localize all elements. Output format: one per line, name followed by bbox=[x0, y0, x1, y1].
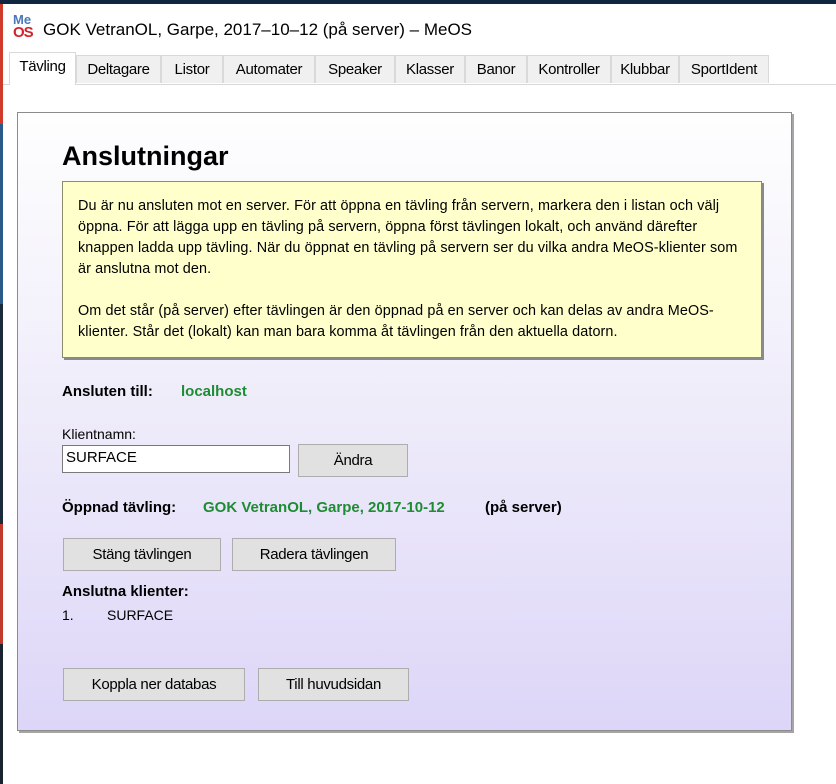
tab-sportident[interactable]: SportIdent bbox=[679, 55, 769, 83]
info-paragraph-1: Du är nu ansluten mot en server. För att… bbox=[78, 198, 738, 277]
icon-os-text: OS bbox=[13, 24, 34, 41]
tab-klasser[interactable]: Klasser bbox=[395, 55, 465, 83]
opened-competition: GOK VetranOL, Garpe, 2017-10-12 bbox=[203, 499, 445, 516]
tab-automater[interactable]: Automater bbox=[223, 55, 315, 83]
client-name-input[interactable]: SURFACE bbox=[62, 445, 290, 473]
page-title: Anslutningar bbox=[62, 141, 229, 171]
tab-klubbar[interactable]: Klubbar bbox=[611, 55, 679, 83]
connected-label: Ansluten till: bbox=[62, 383, 153, 400]
info-box: Du är nu ansluten mot en server. För att… bbox=[62, 181, 762, 358]
connections-panel: Anslutningar Du är nu ansluten mot en se… bbox=[17, 112, 792, 731]
window-title: GOK VetranOL, Garpe, 2017–10–12 (på serv… bbox=[43, 20, 473, 39]
tab-listor[interactable]: Listor bbox=[161, 55, 223, 83]
delete-competition-button[interactable]: Radera tävlingen bbox=[232, 538, 396, 571]
change-button[interactable]: Ändra bbox=[298, 444, 408, 477]
home-button[interactable]: Till huvudsidan bbox=[258, 668, 409, 701]
client-index: 1. bbox=[62, 607, 74, 623]
tab-tavling[interactable]: Tävling bbox=[9, 52, 76, 85]
tab-speaker[interactable]: Speaker bbox=[315, 55, 395, 83]
tab-bar: Tävling Deltagare Listor Automater Speak… bbox=[3, 52, 836, 85]
clients-heading: Anslutna klienter: bbox=[62, 583, 189, 600]
tab-deltagare[interactable]: Deltagare bbox=[76, 55, 161, 83]
window-titlebar: Me OS GOK VetranOL, Garpe, 2017–10–12 (p… bbox=[3, 4, 836, 50]
tab-kontroller[interactable]: Kontroller bbox=[527, 55, 611, 83]
client-name: SURFACE bbox=[107, 607, 174, 623]
tab-banor[interactable]: Banor bbox=[465, 55, 527, 83]
info-paragraph-2: Om det står (på server) efter tävlingen … bbox=[78, 303, 714, 340]
opened-label: Öppnad tävling: bbox=[62, 499, 177, 516]
connected-value: localhost bbox=[181, 383, 247, 400]
close-competition-button[interactable]: Stäng tävlingen bbox=[63, 538, 221, 571]
client-name-label: Klientnamn: bbox=[62, 426, 136, 442]
meos-app-icon: Me OS bbox=[13, 12, 43, 42]
disconnect-database-button[interactable]: Koppla ner databas bbox=[63, 668, 245, 701]
opened-suffix: (på server) bbox=[485, 499, 562, 516]
